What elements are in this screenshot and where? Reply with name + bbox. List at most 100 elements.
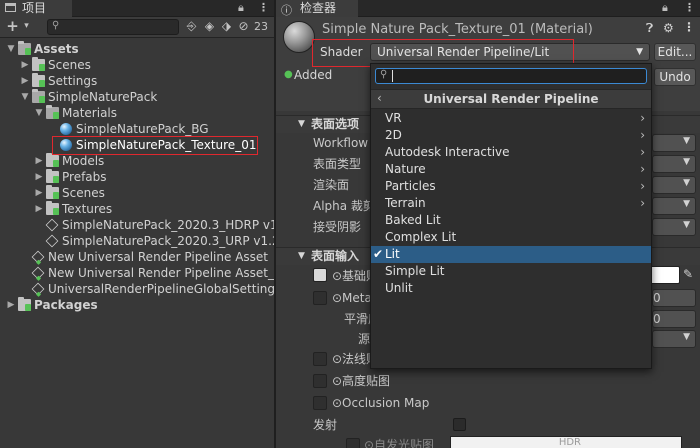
folder-icon	[18, 297, 31, 311]
shader-submenu-item[interactable]: Terrain ›	[371, 195, 651, 212]
settings-sliders-icon[interactable]: ⚙	[663, 21, 674, 35]
lock-icon[interactable]: 🔒︎	[662, 1, 668, 15]
tree-item-label: New Universal Render Pipeline Asset_R	[48, 266, 283, 280]
shader-submenu-item[interactable]: Nature ›	[371, 161, 651, 178]
shader-menu-item[interactable]: Complex Lit	[371, 229, 651, 246]
emission-color-field[interactable]: HDR	[450, 436, 682, 448]
edit-shader-button[interactable]: Edit...	[654, 43, 696, 61]
tree-item-label: Scenes	[62, 186, 105, 200]
tree-item-asset[interactable]: New Universal Render Pipeline Asset	[0, 249, 275, 265]
surface-option-label: Alpha 裁剪	[313, 199, 375, 213]
shader-submenu-item[interactable]: Autodesk Interactive ›	[371, 144, 651, 161]
tree-item-folder[interactable]: ▶ Packages	[0, 297, 275, 313]
shader-submenu-item[interactable]: Particles ›	[371, 178, 651, 195]
lock-icon[interactable]: 🔒︎	[238, 1, 244, 15]
shader-search-input[interactable]: ⚲	[375, 68, 647, 84]
tree-item-asset[interactable]: SimpleNaturePack_2020.3_URP v1.24	[0, 233, 287, 249]
collapsed-arrow-icon[interactable]: ▶	[34, 201, 44, 217]
tree-item-asset[interactable]: New Universal Render Pipeline Asset_R	[0, 265, 282, 281]
folder-icon	[46, 201, 59, 215]
tree-item-folder[interactable]: ▼ Materials	[0, 105, 275, 121]
eyedropper-icon[interactable]: ✎	[683, 267, 693, 281]
normal-map-slot[interactable]	[313, 352, 327, 366]
selection-highlight-box	[52, 136, 258, 155]
shader-menu-item[interactable]: ✔ Lit	[371, 246, 651, 263]
surface-option-dropdown[interactable]: ▼	[652, 218, 696, 236]
help-icon[interactable]: ❓︎	[646, 21, 653, 36]
eye-hidden-icon[interactable]: ⊘	[236, 19, 251, 34]
collapsed-arrow-icon[interactable]: ▶	[34, 185, 44, 201]
search-input[interactable]: ⚲	[47, 19, 179, 35]
tree-item-asset[interactable]: SimpleNaturePack_2020.3_HDRP v1.2	[0, 217, 289, 233]
undo-button[interactable]: Undo	[654, 68, 696, 86]
search-filter-icon[interactable]: ⎆	[184, 19, 199, 34]
shader-menu-item-label: Terrain	[385, 196, 426, 210]
tree-item-folder[interactable]: ▶ Scenes	[0, 185, 275, 201]
shader-menu-item[interactable]: Unlit	[371, 280, 651, 297]
tree-item-folder[interactable]: ▶ Models	[0, 153, 275, 169]
emission-map-label: ⊙自发光贴图	[364, 438, 435, 448]
shader-submenu-item[interactable]: VR ›	[371, 110, 651, 127]
expanded-arrow-icon[interactable]: ▼	[34, 105, 44, 121]
surface-option-dropdown[interactable]: ▼	[652, 197, 696, 215]
surface-option-dropdown[interactable]: ▼	[652, 176, 696, 194]
tree-item-label: Settings	[48, 74, 98, 88]
shader-menu-item[interactable]: Simple Lit	[371, 263, 651, 280]
chevron-down-icon: ▼	[683, 332, 690, 342]
tab-project[interactable]: 项目	[0, 0, 72, 17]
occlusion-map-slot[interactable]	[313, 396, 327, 410]
shader-menu-item[interactable]: Baked Lit	[371, 212, 651, 229]
surface-option-dropdown[interactable]: ▼	[652, 155, 696, 173]
shader-popup-header: ‹ Universal Render Pipeline	[371, 89, 651, 109]
search-icon: ⚲	[52, 20, 60, 31]
chevron-down-icon[interactable]: ▾	[19, 19, 34, 34]
shader-submenu-item[interactable]: 2D ›	[371, 127, 651, 144]
shader-menu-item-label: 2D	[385, 128, 402, 142]
base-color-swatch[interactable]	[650, 266, 680, 284]
tab-inspector-label: 检查器	[300, 1, 337, 15]
text-cursor	[392, 70, 393, 82]
filter-type-icon[interactable]: ◈	[202, 19, 217, 34]
chevron-right-icon: ›	[640, 162, 645, 176]
tab-inspector[interactable]: ⓘ 检查器	[276, 0, 358, 17]
collapsed-arrow-icon[interactable]: ▶	[34, 153, 44, 169]
tree-item-material[interactable]: SimpleNaturePack_BG	[0, 121, 275, 137]
tree-item-asset[interactable]: UniversalRenderPipelineGlobalSettings	[0, 281, 281, 297]
add-icon[interactable]: +	[5, 19, 20, 34]
expanded-arrow-icon[interactable]: ▼	[6, 41, 16, 57]
project-toolbar: + ▾ ⚲ ⎆ ◈ ⬗ ⊘ 23	[0, 17, 275, 38]
shader-menu-item-label: Autodesk Interactive	[385, 145, 510, 159]
surface-option-dropdown[interactable]: ▼	[652, 134, 696, 152]
metallic-map-slot[interactable]	[313, 291, 327, 305]
chevron-right-icon: ›	[640, 145, 645, 159]
chevron-right-icon: ›	[640, 111, 645, 125]
kebab-menu-icon[interactable]: ⋮	[683, 20, 695, 34]
emission-checkbox[interactable]	[453, 418, 466, 431]
tree-item-folder[interactable]: ▶ Prefabs	[0, 169, 275, 185]
emission-map-slot[interactable]	[346, 438, 360, 448]
tree-item-folder[interactable]: ▶ Settings	[0, 73, 275, 89]
package-icon	[45, 234, 59, 248]
metallic-value-field[interactable]: 0	[652, 289, 696, 307]
collapsed-arrow-icon[interactable]: ▶	[20, 57, 30, 73]
tree-item-folder[interactable]: ▶ Scenes	[0, 57, 275, 73]
tree-item-folder[interactable]: ▼ Assets	[0, 41, 275, 57]
collapsed-arrow-icon[interactable]: ▶	[6, 297, 16, 313]
kebab-menu-icon[interactable]: ⋮	[258, 1, 269, 14]
tree-item-folder[interactable]: ▼ SimpleNaturePack	[0, 89, 275, 105]
tree-item-folder[interactable]: ▶ Textures	[0, 201, 275, 217]
folder-icon	[46, 169, 59, 183]
kebab-menu-icon[interactable]: ⋮	[684, 1, 695, 14]
render-pipeline-asset-icon	[31, 282, 45, 296]
expanded-arrow-icon[interactable]: ▼	[20, 89, 30, 105]
material-preview-icon	[283, 21, 315, 53]
smoothness-value-field[interactable]: 0	[652, 310, 696, 328]
height-map-slot[interactable]	[313, 374, 327, 388]
collapsed-arrow-icon[interactable]: ▶	[34, 169, 44, 185]
base-map-slot[interactable]	[313, 268, 327, 282]
surface-option-label: 接受阴影	[313, 220, 362, 234]
tree-item-label: SimpleNaturePack_BG	[76, 122, 209, 136]
label-icon[interactable]: ⬗	[219, 19, 234, 34]
source-dropdown[interactable]: ▼	[652, 330, 696, 348]
collapsed-arrow-icon[interactable]: ▶	[20, 73, 30, 89]
